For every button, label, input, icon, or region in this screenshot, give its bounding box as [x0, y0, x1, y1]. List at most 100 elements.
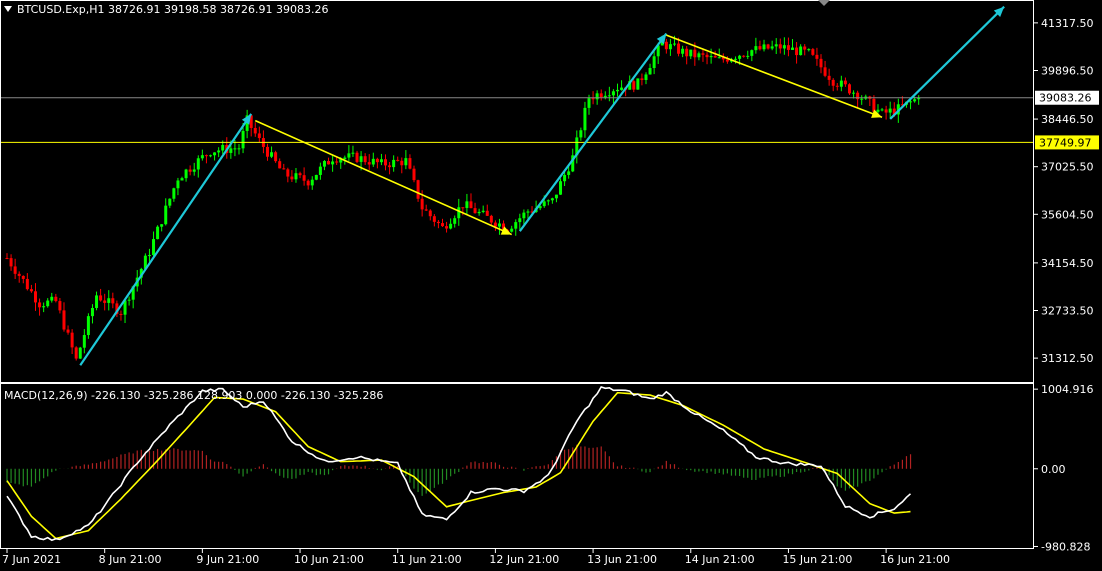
candle-body — [514, 222, 518, 229]
candle-body — [587, 98, 591, 108]
candle-body — [335, 161, 339, 163]
price-axis-label: 41317.50 — [1041, 17, 1094, 30]
candle-body — [583, 107, 587, 131]
candle-body — [831, 79, 835, 86]
candle-body — [33, 291, 37, 303]
candle-body — [50, 296, 54, 301]
candle-body — [762, 44, 766, 50]
candle-body — [685, 48, 689, 57]
candle-body — [677, 43, 681, 54]
candle-body — [188, 169, 192, 172]
candle-body — [119, 313, 123, 315]
candle-body — [803, 46, 807, 50]
candle-body — [546, 200, 550, 202]
candle-body — [709, 55, 713, 58]
candle-body — [823, 67, 827, 76]
candle-body — [689, 49, 693, 57]
candle-body — [396, 159, 400, 161]
trend-arrow-line — [518, 32, 668, 232]
macd-header: MACD(12,26,9) -226.130 -325.286 128.903 … — [4, 389, 384, 402]
candle-body — [367, 162, 371, 165]
price-axis-label: 37025.50 — [1041, 161, 1094, 174]
candle-body — [375, 158, 379, 163]
candle-body — [302, 175, 306, 181]
candle-body — [827, 75, 831, 80]
candle-body — [477, 211, 481, 214]
candle-body — [607, 95, 611, 97]
candle-body — [46, 300, 50, 307]
candle-body — [310, 179, 314, 186]
candle-body — [111, 298, 115, 304]
candle-body — [681, 48, 685, 54]
candle-body — [725, 59, 729, 62]
candle-body — [54, 296, 58, 302]
candle-body — [152, 239, 156, 256]
candle-body — [591, 98, 595, 100]
candle-body — [379, 159, 383, 163]
candle-body — [160, 224, 164, 227]
candle-body — [697, 53, 701, 58]
candle-body — [17, 273, 21, 276]
candle-body — [82, 335, 86, 348]
triangle-down-icon[interactable] — [4, 6, 12, 12]
candle-body — [282, 168, 286, 170]
macd-axis-label: -980.828 — [1041, 540, 1090, 553]
candle-body — [221, 144, 225, 151]
candle-body — [713, 55, 717, 58]
candle-body — [567, 171, 571, 175]
symbol-label: BTCUSD.Exp,H1 — [17, 3, 105, 16]
candle-body — [497, 223, 501, 227]
candle-body — [880, 109, 884, 111]
candle-body — [42, 306, 46, 308]
candle-body — [343, 157, 347, 160]
candle-body — [58, 301, 62, 311]
candle-body — [229, 148, 233, 153]
candle-body — [909, 101, 913, 103]
candle-body — [318, 166, 322, 175]
candle-body — [766, 44, 770, 49]
candle-body — [611, 91, 615, 96]
candle-body — [168, 198, 172, 206]
chart-shift-icon — [818, 0, 830, 6]
candle-body — [843, 80, 847, 85]
chart-window[interactable]: 41317.50 39896.50 38446.50 37025.50 35604.50… — [0, 0, 1102, 568]
candle-body — [489, 215, 493, 223]
macd-pane-frame — [0, 383, 1034, 549]
candle-body — [620, 87, 624, 90]
candle-body — [453, 218, 457, 224]
trend-arrow-line — [666, 34, 883, 119]
candle-body — [579, 130, 583, 138]
candle-body — [758, 46, 762, 50]
candle-body — [209, 155, 212, 157]
chart-canvas[interactable]: 41317.50 39896.50 38446.50 37025.50 35604.50… — [0, 0, 1102, 568]
time-axis-label: 10 Jun 21:00 — [294, 553, 364, 566]
candle-body — [278, 161, 282, 169]
candle-body — [392, 159, 396, 168]
time-axis-label: 14 Jun 21:00 — [685, 553, 755, 566]
candle-body — [595, 93, 599, 100]
candle-body — [750, 50, 754, 56]
candle-body — [847, 84, 851, 94]
candle-body — [852, 92, 856, 94]
candle-body — [127, 299, 131, 301]
candle-body — [294, 173, 298, 180]
candle-body — [74, 347, 78, 359]
price-axis-label: 35604.50 — [1041, 208, 1094, 221]
candle-body — [888, 108, 892, 113]
candle-body — [217, 150, 221, 153]
candle-body — [782, 45, 786, 49]
level-price-label: 37749.97 — [1039, 136, 1092, 149]
candle-body — [416, 180, 420, 199]
candle-body — [265, 146, 269, 157]
candle-body — [457, 207, 461, 219]
candle-body — [306, 180, 310, 186]
candle-body — [701, 53, 705, 55]
candle-body — [184, 169, 188, 179]
price-axis-label: 34154.50 — [1041, 257, 1094, 270]
candle-body — [25, 278, 29, 290]
candle-body — [156, 226, 160, 240]
candle-body — [436, 221, 440, 224]
candle-body — [876, 109, 880, 112]
candle-body — [241, 130, 245, 149]
candle-body — [664, 41, 668, 50]
